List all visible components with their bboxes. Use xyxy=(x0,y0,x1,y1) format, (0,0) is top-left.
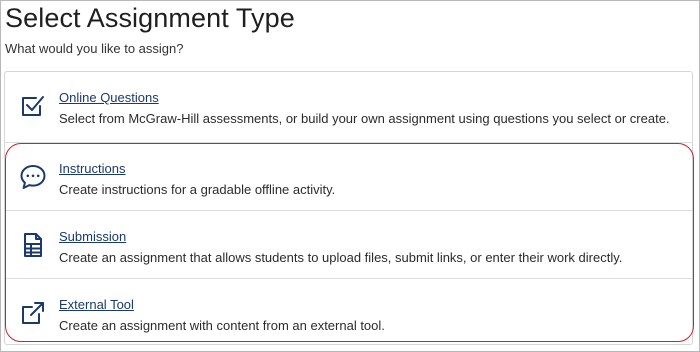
option-instructions[interactable]: Instructions Create instructions for a g… xyxy=(5,142,692,210)
option-external-tool[interactable]: External Tool Create an assignment with … xyxy=(5,278,692,346)
option-title[interactable]: External Tool xyxy=(59,297,134,312)
option-description: Create an assignment that allows student… xyxy=(59,250,623,265)
option-title[interactable]: Online Questions xyxy=(59,90,159,105)
option-description: Create instructions for a gradable offli… xyxy=(59,182,336,197)
option-submission[interactable]: Submission Create an assignment that all… xyxy=(5,210,692,278)
option-title[interactable]: Instructions xyxy=(59,161,125,176)
checkbox-icon xyxy=(19,92,47,120)
page-title: Select Assignment Type xyxy=(5,3,295,33)
external-link-icon xyxy=(19,299,47,327)
option-description: Select from McGraw-Hill assessments, or … xyxy=(59,111,670,126)
speech-bubble-icon xyxy=(19,163,47,191)
option-online-questions[interactable]: Online Questions Select from McGraw-Hill… xyxy=(5,72,692,140)
document-icon xyxy=(19,231,47,259)
option-description: Create an assignment with content from a… xyxy=(59,318,385,333)
page-subtitle: What would you like to assign? xyxy=(5,41,184,56)
assignment-type-list: Online Questions Select from McGraw-Hill… xyxy=(4,71,693,345)
option-title[interactable]: Submission xyxy=(59,229,126,244)
